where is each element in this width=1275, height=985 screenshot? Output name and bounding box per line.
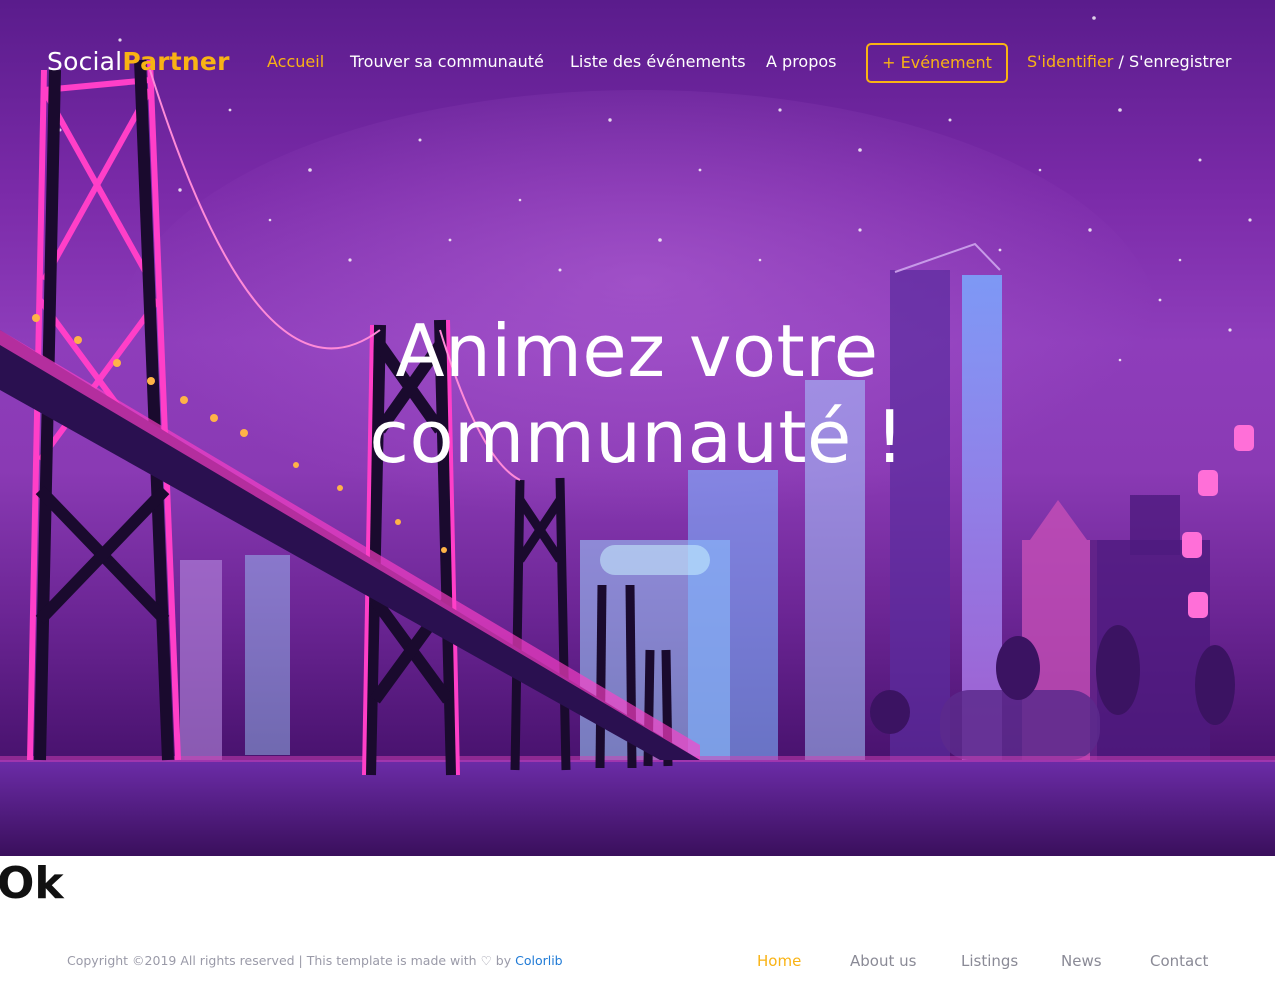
brand-name-part2: Partner	[122, 47, 230, 76]
auth-separator: /	[1118, 52, 1124, 71]
nav-item-a-propos[interactable]: A propos	[766, 52, 836, 71]
hero-banner: SocialPartner Accueil Trouver sa communa…	[0, 0, 1275, 856]
footer-copyright: Copyright ©2019 All rights reserved | Th…	[67, 953, 563, 968]
hero-title-line1: Animez votre	[395, 309, 879, 393]
copyright-text: Copyright ©2019 All rights reserved | Th…	[67, 953, 477, 968]
footer-link-home[interactable]: Home	[757, 952, 801, 970]
nav-item-liste-evenements[interactable]: Liste des événements	[570, 52, 746, 71]
auth-links: S'identifier / S'enregistrer	[1027, 52, 1231, 71]
nav-item-accueil[interactable]: Accueil	[267, 52, 324, 71]
add-event-button[interactable]: + Evénement	[866, 43, 1008, 83]
register-link[interactable]: S'enregistrer	[1129, 52, 1231, 71]
footer-link-about-us[interactable]: About us	[850, 952, 916, 970]
login-link[interactable]: S'identifier	[1027, 52, 1113, 71]
footer-link-news[interactable]: News	[1061, 952, 1102, 970]
colorlib-link[interactable]: Colorlib	[515, 953, 563, 968]
brand-logo[interactable]: SocialPartner	[47, 47, 230, 76]
hero-title: Animez votre communauté !	[337, 308, 937, 480]
heart-icon: ♡	[480, 953, 492, 968]
nav-item-trouver-communaute[interactable]: Trouver sa communauté	[350, 52, 544, 71]
brand-name-part1: Social	[47, 47, 123, 76]
copyright-by: by	[495, 953, 512, 968]
footer-link-listings[interactable]: Listings	[961, 952, 1018, 970]
hero-title-line2: communauté !	[369, 395, 905, 479]
footer-link-contact[interactable]: Contact	[1150, 952, 1208, 970]
content-text: Ok	[0, 858, 64, 909]
